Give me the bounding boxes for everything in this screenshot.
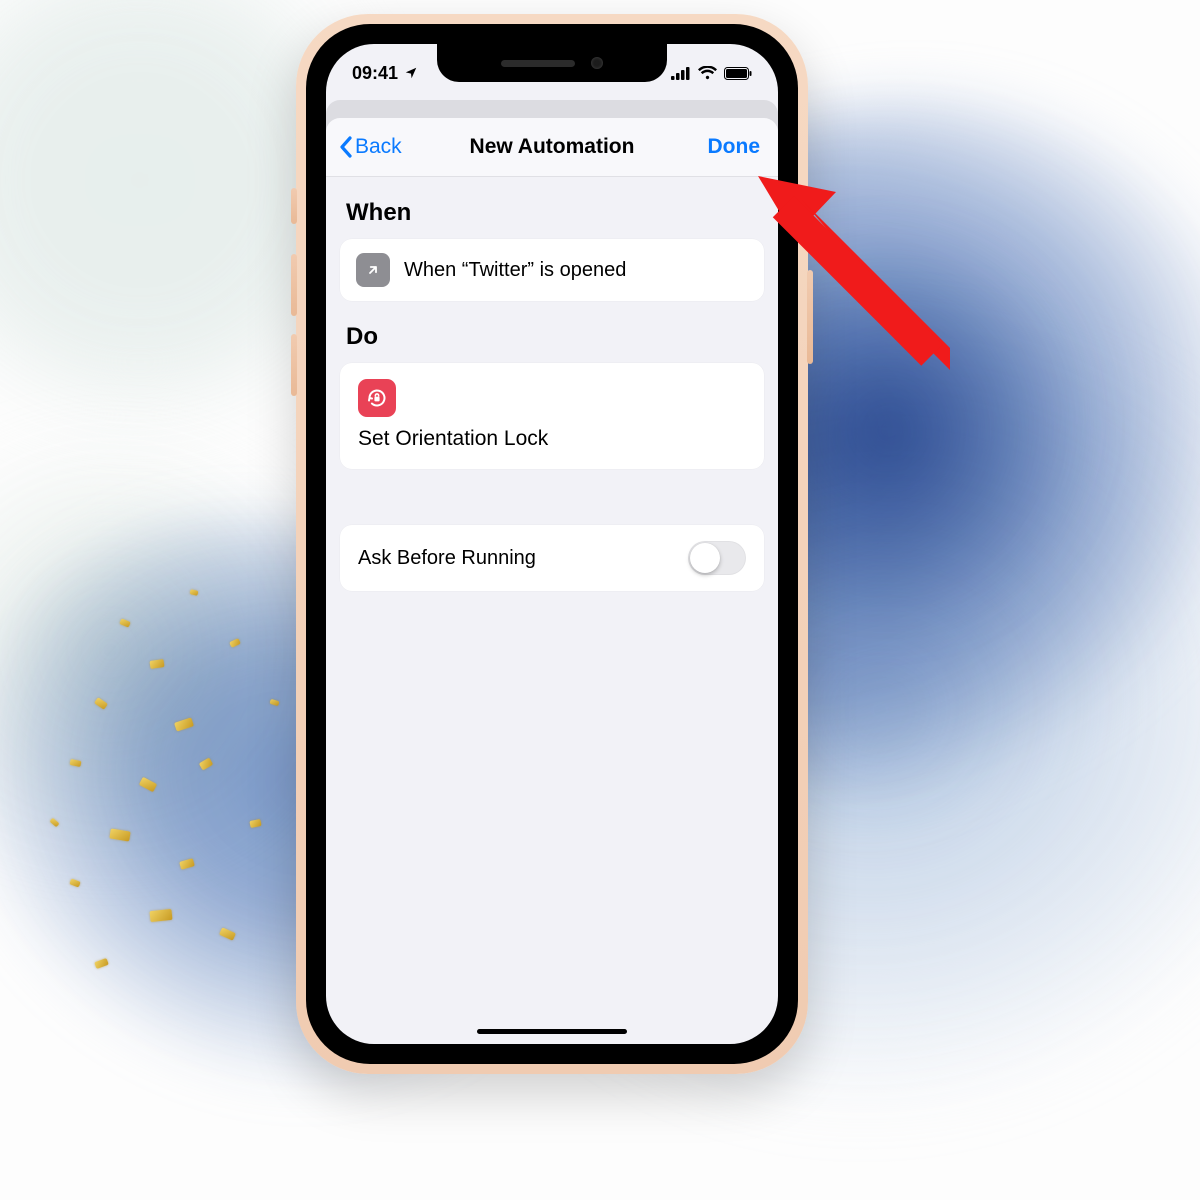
- section-title-when: When: [340, 177, 764, 239]
- power-button: [807, 270, 813, 364]
- trigger-text: When “Twitter” is opened: [404, 259, 626, 282]
- ask-before-running-toggle[interactable]: [688, 541, 746, 575]
- front-camera: [591, 57, 603, 69]
- chevron-left-icon: [338, 136, 353, 158]
- done-button[interactable]: Done: [708, 118, 761, 176]
- trigger-card[interactable]: When “Twitter” is opened: [340, 239, 764, 301]
- phone-frame: 09:41: [296, 14, 808, 1074]
- home-indicator[interactable]: [477, 1029, 627, 1034]
- notch: [437, 44, 667, 82]
- gold-fleck: [149, 909, 172, 922]
- battery-icon: [724, 67, 752, 80]
- phone-bezel: 09:41: [306, 24, 798, 1064]
- location-icon: [404, 66, 418, 80]
- mute-switch: [291, 188, 297, 224]
- volume-up-button: [291, 254, 297, 316]
- done-label: Done: [708, 135, 761, 159]
- volume-down-button: [291, 334, 297, 396]
- ask-before-running-label: Ask Before Running: [358, 547, 536, 570]
- back-button[interactable]: Back: [338, 118, 402, 176]
- content-area: When When “Twitter” is opened Do: [326, 177, 778, 591]
- cellular-signal-icon: [671, 67, 691, 80]
- section-title-do: Do: [340, 301, 764, 363]
- ask-before-running-row: Ask Before Running: [340, 525, 764, 591]
- speaker-grille: [501, 60, 575, 67]
- status-time: 09:41: [352, 63, 398, 84]
- page-title: New Automation: [470, 135, 635, 159]
- open-app-icon: [356, 253, 390, 287]
- action-title: Set Orientation Lock: [358, 427, 746, 451]
- wifi-icon: [698, 66, 717, 80]
- toggle-knob: [690, 543, 720, 573]
- action-card[interactable]: Set Orientation Lock: [340, 363, 764, 469]
- phone-screen: 09:41: [326, 44, 778, 1044]
- page-canvas: 09:41: [0, 0, 1200, 1200]
- back-label: Back: [355, 135, 402, 159]
- nav-bar: Back New Automation Done: [326, 118, 778, 177]
- orientation-lock-icon: [358, 379, 396, 417]
